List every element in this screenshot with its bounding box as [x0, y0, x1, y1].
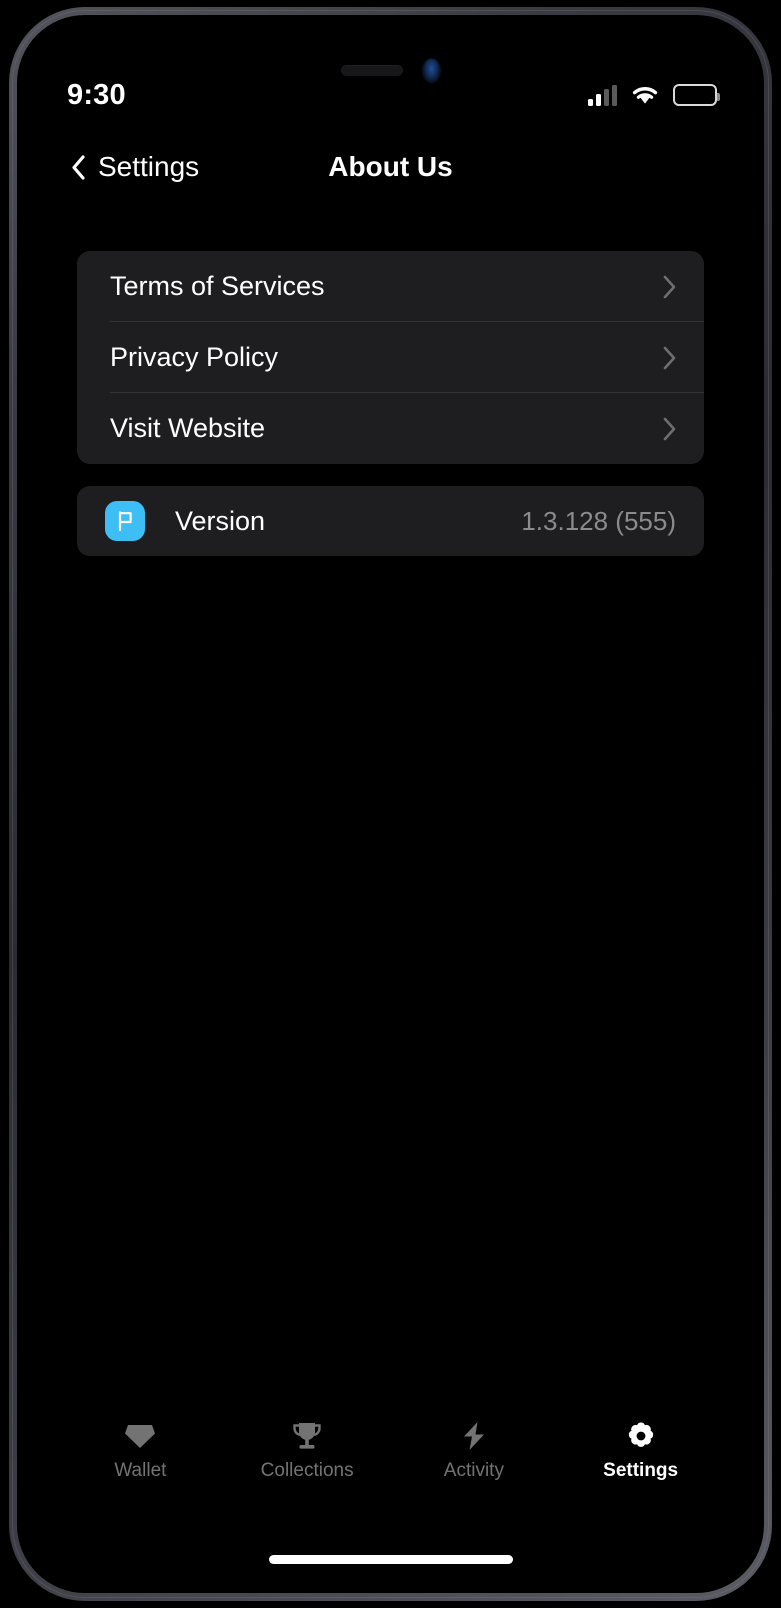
- version-card: Version 1.3.128 (555): [77, 486, 704, 556]
- links-card: Terms of Services Privacy Policy Visit W…: [77, 251, 704, 464]
- status-bar: 9:30: [17, 73, 764, 117]
- trophy-icon: [293, 1423, 321, 1449]
- content-area: Terms of Services Privacy Policy Visit W…: [17, 251, 764, 556]
- status-icons: [588, 84, 720, 106]
- page-title: About Us: [328, 151, 453, 182]
- wifi-icon: [632, 87, 658, 104]
- lightning-bolt-icon: [463, 1422, 484, 1450]
- list-item-privacy-policy[interactable]: Privacy Policy: [77, 322, 704, 393]
- chevron-right-icon: [663, 346, 676, 369]
- status-time: 9:30: [67, 78, 126, 111]
- tab-collections[interactable]: Collections: [224, 1421, 391, 1480]
- cellular-signal-icon: [588, 84, 617, 106]
- list-item-terms-of-services[interactable]: Terms of Services: [77, 251, 704, 322]
- phone-screen: 9:30 Settings About Us Terms of Services…: [17, 15, 764, 1593]
- version-value: 1.3.128 (555): [521, 506, 676, 536]
- tab-bar: Wallet Collections Activity Settings: [17, 1421, 764, 1507]
- chevron-right-icon: [663, 275, 676, 298]
- version-row: Version 1.3.128 (555): [77, 486, 704, 556]
- list-item-label: Privacy Policy: [110, 342, 279, 372]
- battery-icon: [673, 84, 720, 106]
- tab-activity[interactable]: Activity: [391, 1421, 558, 1480]
- phone-frame: 9:30 Settings About Us Terms of Services…: [9, 7, 772, 1601]
- list-item-label: Terms of Services: [110, 271, 325, 301]
- navigation-bar: Settings About Us: [17, 137, 764, 197]
- list-item-label: Visit Website: [110, 413, 266, 443]
- home-indicator[interactable]: [268, 1555, 513, 1564]
- tab-settings[interactable]: Settings: [557, 1421, 724, 1480]
- gear-icon: [628, 1422, 653, 1447]
- tab-label: Activity: [443, 1460, 504, 1481]
- tab-wallet[interactable]: Wallet: [57, 1421, 224, 1480]
- version-label: Version: [175, 505, 266, 536]
- app-icon: [105, 501, 145, 541]
- tab-label: Settings: [603, 1460, 679, 1481]
- tab-label: Wallet: [114, 1460, 167, 1481]
- flag-icon: [118, 511, 132, 532]
- list-item-visit-website[interactable]: Visit Website: [77, 393, 704, 464]
- tab-label: Collections: [260, 1460, 354, 1481]
- chevron-right-icon: [663, 417, 676, 440]
- gem-icon: [125, 1425, 156, 1448]
